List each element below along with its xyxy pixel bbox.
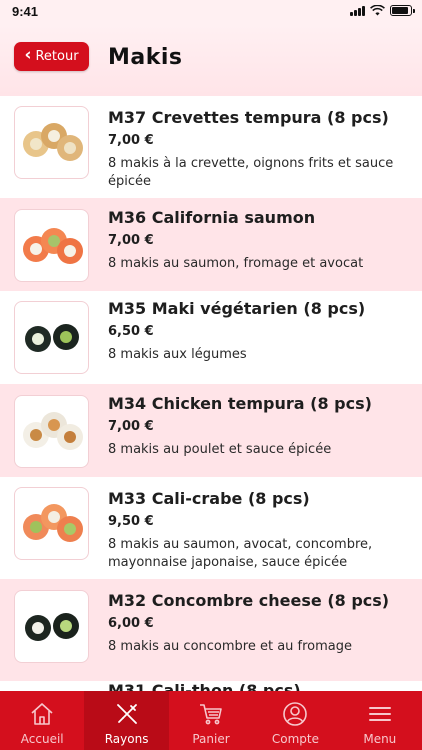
item-price: 6,50 € xyxy=(108,324,154,339)
item-name: M33 Cali-crabe (8 pcs) xyxy=(108,489,310,508)
item-name: M31 Cali-thon (8 pcs) xyxy=(108,681,301,691)
cart-icon xyxy=(200,704,222,725)
cucumber-cheese-maki-photo xyxy=(14,590,89,663)
salmon-roll-photo xyxy=(14,209,89,282)
tab-accueil[interactable]: Accueil xyxy=(0,691,84,750)
chevron-left-icon: ‹ xyxy=(24,45,32,65)
back-button-label: Retour xyxy=(35,49,79,64)
tab-rayons[interactable]: Rayons xyxy=(84,691,169,750)
crab-california-roll-photo xyxy=(14,487,89,560)
tempura-shrimp-roll-photo xyxy=(14,106,89,179)
chicken-tempura-roll-photo xyxy=(14,395,89,468)
back-button[interactable]: ‹ Retour xyxy=(14,42,89,71)
wifi-icon xyxy=(370,5,385,16)
item-price: 6,00 € xyxy=(108,616,154,631)
status-bar: 9:41 xyxy=(0,0,422,24)
item-name: M36 California saumon xyxy=(108,208,316,227)
item-description: 8 makis à la crevette, oignons frits et … xyxy=(108,156,394,189)
hamburger-menu-icon xyxy=(368,707,391,721)
item-description: 8 makis au saumon, fromage et avocat xyxy=(108,256,364,271)
list-item[interactable]: M36 California saumon 7,00 € 8 makis au … xyxy=(0,198,422,291)
cellular-signal-icon xyxy=(350,5,365,16)
tab-label: Menu xyxy=(363,732,397,746)
list-item[interactable]: M34 Chicken tempura (8 pcs) 7,00 € 8 mak… xyxy=(0,384,422,477)
status-icons xyxy=(350,5,415,16)
item-description: 8 makis au saumon, avocat, concombre, ma… xyxy=(108,537,373,570)
item-price: 9,50 € xyxy=(108,514,154,529)
utensils-icon xyxy=(116,704,137,724)
item-name: M34 Chicken tempura (8 pcs) xyxy=(108,394,372,413)
item-name: M35 Maki végétarien (8 pcs) xyxy=(108,299,366,318)
list-item[interactable]: M37 Crevettes tempura (8 pcs) 7,00 € 8 m… xyxy=(0,96,422,198)
user-icon xyxy=(283,702,308,726)
list-item[interactable]: M31 Cali-thon (8 pcs) xyxy=(0,681,422,691)
bottom-tab-bar: Accueil Rayons Panier Compte Menu xyxy=(0,691,422,750)
item-description: 8 makis aux légumes xyxy=(108,347,247,362)
tab-panier[interactable]: Panier xyxy=(169,691,253,750)
tab-label: Rayons xyxy=(104,732,149,746)
product-list[interactable]: M37 Crevettes tempura (8 pcs) 7,00 € 8 m… xyxy=(0,96,422,691)
item-price: 7,00 € xyxy=(108,233,154,248)
status-time: 9:41 xyxy=(12,4,39,19)
tab-label: Accueil xyxy=(20,732,64,746)
list-item[interactable]: M32 Concombre cheese (8 pcs) 6,00 € 8 ma… xyxy=(0,579,422,681)
tab-label: Compte xyxy=(271,732,319,746)
tab-menu[interactable]: Menu xyxy=(338,691,422,750)
tab-compte[interactable]: Compte xyxy=(253,691,337,750)
battery-icon xyxy=(390,5,415,16)
item-price: 7,00 € xyxy=(108,419,154,434)
item-name: M32 Concombre cheese (8 pcs) xyxy=(108,591,390,610)
list-item[interactable]: M33 Cali-crabe (8 pcs) 9,50 € 8 makis au… xyxy=(0,477,422,579)
item-price: 7,00 € xyxy=(108,133,154,148)
item-description: 8 makis au concombre et au fromage xyxy=(108,639,352,654)
home-icon xyxy=(31,703,53,725)
tab-label: Panier xyxy=(192,732,230,746)
page-title: Makis xyxy=(108,45,183,70)
list-item[interactable]: M35 Maki végétarien (8 pcs) 6,50 € 8 mak… xyxy=(0,291,422,384)
header: ‹ Retour Makis xyxy=(0,24,422,96)
vegetable-maki-photo xyxy=(14,301,89,374)
item-description: 8 makis au poulet et sauce épicée xyxy=(108,442,332,457)
item-name: M37 Crevettes tempura (8 pcs) xyxy=(108,108,389,127)
